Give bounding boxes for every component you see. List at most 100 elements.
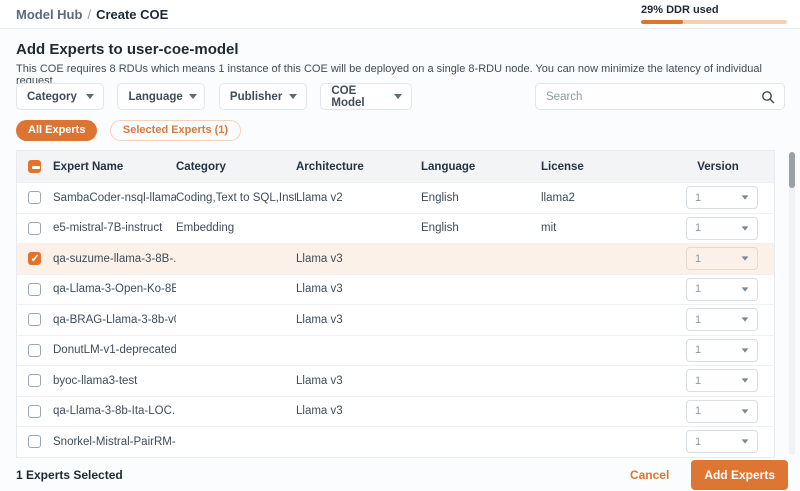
tab-selected-experts[interactable]: Selected Experts (1) <box>110 120 241 141</box>
expert-license: llama2 <box>541 192 686 204</box>
filter-bar: Category Language Publisher COE Model <box>16 83 785 110</box>
language-filter-label: Language <box>128 91 182 103</box>
table-row[interactable]: byoc-llama3-test Llama v3 1 <box>17 365 774 396</box>
expert-architecture: Llama v2 <box>296 192 421 204</box>
row-checkbox[interactable] <box>28 344 41 357</box>
experts-table: Expert Name Category Architecture Langua… <box>16 150 775 458</box>
search-icon <box>761 90 775 104</box>
chevron-down-icon <box>742 196 749 200</box>
expert-architecture: Llama v3 <box>296 283 421 295</box>
table-scrollbar-track[interactable] <box>789 152 795 455</box>
expert-name: qa-Llama-3-Open-Ko-8B... <box>53 283 176 295</box>
expert-tabs: All Experts Selected Experts (1) <box>16 120 241 141</box>
expert-name: qa-suzume-llama-3-8B-... <box>53 253 176 265</box>
publisher-filter-dropdown[interactable]: Publisher <box>219 83 307 110</box>
ddr-usage: 29% DDR used <box>641 4 787 24</box>
table-row[interactable]: Snorkel-Mistral-PairRM-... 1 <box>17 426 774 457</box>
version-value: 1 <box>695 405 701 417</box>
table-row[interactable]: qa-BRAG-Llama-3-8b-v0... Llama v3 1 <box>17 304 774 335</box>
col-language: Language <box>421 161 541 173</box>
row-checkbox-checked[interactable] <box>28 252 41 265</box>
expert-name: DonutLM-v1-deprecated <box>53 344 176 356</box>
breadcrumb-model-hub[interactable]: Model Hub <box>16 7 82 22</box>
expert-name: Snorkel-Mistral-PairRM-... <box>53 436 176 448</box>
tab-all-experts[interactable]: All Experts <box>16 120 97 141</box>
expert-category: Embedding <box>176 222 296 234</box>
chevron-down-icon <box>742 348 749 352</box>
table-row-selected[interactable]: qa-suzume-llama-3-8B-... Llama v3 1 <box>17 243 774 274</box>
version-select[interactable]: 1 <box>686 186 758 209</box>
row-checkbox[interactable] <box>28 435 41 448</box>
expert-architecture: Llama v3 <box>296 375 421 387</box>
chevron-down-icon <box>742 287 749 291</box>
ddr-usage-label: 29% DDR used <box>641 4 787 16</box>
row-checkbox[interactable] <box>28 222 41 235</box>
breadcrumb-separator: / <box>87 7 91 22</box>
version-select[interactable]: 1 <box>686 400 758 423</box>
publisher-filter-label: Publisher <box>230 91 282 103</box>
page-title: Add Experts to user-coe-model <box>16 41 239 58</box>
coe-model-filter-dropdown[interactable]: COE Model <box>320 83 412 110</box>
version-select[interactable]: 1 <box>686 247 758 270</box>
chevron-down-icon <box>742 318 749 322</box>
expert-architecture: Llama v3 <box>296 253 421 265</box>
category-filter-label: Category <box>27 91 77 103</box>
search-input[interactable] <box>546 91 761 103</box>
cancel-button[interactable]: Cancel <box>630 468 669 482</box>
table-row[interactable]: qa-Llama-3-8b-Ita-LOC... Llama v3 1 <box>17 396 774 427</box>
table-header: Expert Name Category Architecture Langua… <box>17 151 774 182</box>
table-scrollbar-thumb[interactable] <box>789 152 795 188</box>
version-select[interactable]: 1 <box>686 217 758 240</box>
category-filter-dropdown[interactable]: Category <box>16 83 104 110</box>
chevron-down-icon <box>289 94 297 99</box>
table-row[interactable]: e5-mistral-7B-instruct Embedding English… <box>17 213 774 244</box>
table-row[interactable]: DonutLM-v1-deprecated 1 <box>17 335 774 366</box>
version-value: 1 <box>695 283 701 295</box>
row-checkbox[interactable] <box>28 405 41 418</box>
table-row[interactable]: qa-Llama-3-Open-Ko-8B... Llama v3 1 <box>17 274 774 305</box>
ddr-progress-fill <box>641 20 683 24</box>
version-value: 1 <box>695 222 701 234</box>
row-checkbox[interactable] <box>28 191 41 204</box>
expert-category: Coding,Text to SQL,Instr... <box>176 192 296 204</box>
search-box <box>535 83 785 110</box>
expert-name: qa-Llama-3-8b-Ita-LOC... <box>53 405 176 417</box>
col-architecture: Architecture <box>296 161 421 173</box>
expert-license: mit <box>541 222 686 234</box>
table-row[interactable]: SambaCoder-nsql-llama-... Coding,Text to… <box>17 182 774 213</box>
coe-model-filter-label: COE Model <box>331 85 388 109</box>
selected-count-label: 1 Experts Selected <box>16 468 630 482</box>
version-select[interactable]: 1 <box>686 369 758 392</box>
chevron-down-icon <box>742 409 749 413</box>
version-value: 1 <box>695 344 701 356</box>
top-bar: Model Hub/Create COE 29% DDR used <box>0 0 800 29</box>
row-checkbox[interactable] <box>28 313 41 326</box>
expert-language: English <box>421 192 541 204</box>
version-select[interactable]: 1 <box>686 308 758 331</box>
chevron-down-icon <box>394 94 402 99</box>
chevron-down-icon <box>86 94 94 99</box>
version-value: 1 <box>695 192 701 204</box>
footer-bar: 1 Experts Selected Cancel Add Experts <box>16 460 788 490</box>
col-category: Category <box>176 161 296 173</box>
expert-name: qa-BRAG-Llama-3-8b-v0... <box>53 314 176 326</box>
version-select[interactable]: 1 <box>686 339 758 362</box>
breadcrumb: Model Hub/Create COE <box>16 7 168 22</box>
chevron-down-icon <box>742 379 749 383</box>
version-value: 1 <box>695 253 701 265</box>
chevron-down-icon <box>189 94 197 99</box>
version-select[interactable]: 1 <box>686 430 758 453</box>
version-select[interactable]: 1 <box>686 278 758 301</box>
version-value: 1 <box>695 375 701 387</box>
col-license: License <box>541 161 686 173</box>
language-filter-dropdown[interactable]: Language <box>117 83 205 110</box>
expert-name: byoc-llama3-test <box>53 375 176 387</box>
version-value: 1 <box>695 314 701 326</box>
expert-architecture: Llama v3 <box>296 314 421 326</box>
add-experts-button[interactable]: Add Experts <box>691 460 788 490</box>
select-all-checkbox[interactable] <box>28 160 41 173</box>
row-checkbox[interactable] <box>28 283 41 296</box>
expert-name: SambaCoder-nsql-llama-... <box>53 192 176 204</box>
chevron-down-icon <box>742 440 749 444</box>
row-checkbox[interactable] <box>28 374 41 387</box>
